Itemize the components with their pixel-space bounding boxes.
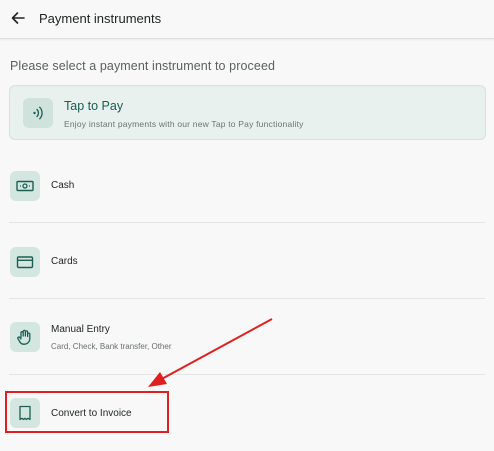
app-header: Payment instruments bbox=[0, 0, 494, 39]
instrument-label: Manual Entry bbox=[51, 324, 110, 335]
back-arrow-icon[interactable] bbox=[8, 8, 28, 28]
invoice-icon bbox=[10, 398, 40, 428]
divider bbox=[9, 374, 485, 375]
instrument-label: Convert to Invoice bbox=[51, 408, 132, 419]
hand-icon bbox=[10, 322, 40, 352]
cash-icon bbox=[10, 171, 40, 201]
divider bbox=[9, 298, 485, 299]
instrument-label: Cash bbox=[51, 180, 75, 191]
instruction-text: Please select a payment instrument to pr… bbox=[10, 59, 276, 73]
tap-to-pay-card[interactable]: Tap to Pay Enjoy instant payments with o… bbox=[9, 85, 486, 140]
instrument-manual-entry[interactable]: Manual Entry Card, Check, Bank transfer,… bbox=[9, 307, 485, 367]
instrument-label: Cards bbox=[51, 256, 78, 267]
instrument-cash[interactable]: Cash bbox=[9, 155, 485, 215]
card-icon bbox=[10, 247, 40, 277]
contactless-icon bbox=[23, 98, 53, 128]
page-title: Payment instruments bbox=[39, 11, 162, 26]
tap-to-pay-description: Enjoy instant payments with our new Tap … bbox=[64, 119, 304, 129]
instrument-cards[interactable]: Cards bbox=[9, 231, 485, 291]
tap-to-pay-title: Tap to Pay bbox=[64, 99, 124, 113]
instrument-sublabel: Card, Check, Bank transfer, Other bbox=[51, 342, 172, 351]
instrument-convert-to-invoice[interactable]: Convert to Invoice bbox=[9, 383, 485, 443]
divider bbox=[9, 222, 485, 223]
